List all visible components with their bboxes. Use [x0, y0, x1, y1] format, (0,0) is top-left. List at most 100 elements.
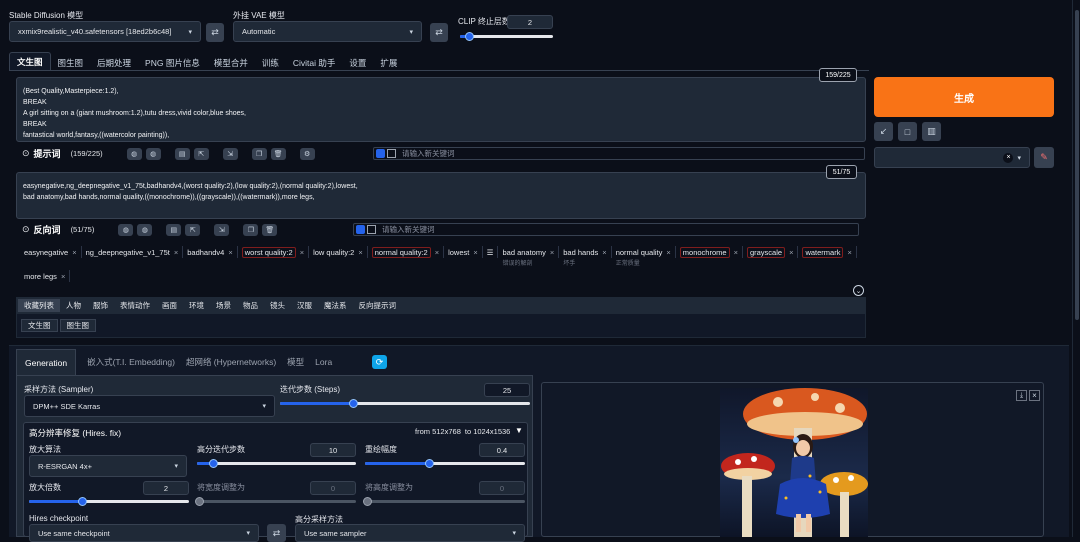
- clip-slider[interactable]: [460, 32, 553, 41]
- negative-tag[interactable]: worst quality:2 ×: [238, 246, 310, 266]
- tab-1[interactable]: 图生图: [51, 56, 91, 70]
- category-tab[interactable]: 服饰: [87, 299, 114, 312]
- height-slider-handle[interactable]: [363, 497, 372, 506]
- positive-prompt-textarea[interactable]: (Best Quality,Masterpiece:1.2), BREAK A gi…: [16, 77, 866, 142]
- styles-select[interactable]: × ▾: [874, 147, 1030, 168]
- hires-steps-slider[interactable]: [197, 459, 356, 468]
- positive-keyword-input[interactable]: 请输入新关键词: [402, 148, 455, 159]
- negative-tag[interactable]: watermark ×: [798, 246, 857, 266]
- clipboard-icon[interactable]: ▤: [166, 223, 182, 236]
- negative-tag[interactable]: badhandv4 ×: [183, 246, 238, 266]
- close-icon[interactable]: ×: [666, 248, 670, 257]
- denoise-slider[interactable]: [365, 459, 525, 468]
- trash-icon[interactable]: 🗑: [262, 223, 278, 236]
- negative-keyword-input[interactable]: 请输入新关键词: [382, 224, 435, 235]
- width-input[interactable]: 0: [310, 481, 356, 495]
- clip-slider-handle[interactable]: [465, 32, 475, 41]
- close-icon[interactable]: ×: [300, 248, 304, 257]
- tab-4[interactable]: 模型合并: [207, 56, 255, 70]
- refresh-checkpoint-button[interactable]: ⇄: [267, 524, 286, 542]
- category-tab[interactable]: 魔法系: [318, 299, 353, 312]
- refresh-vae-button[interactable]: ⇄: [430, 23, 448, 42]
- checkbox-icon[interactable]: [356, 225, 365, 234]
- export-icon[interactable]: ⇱: [193, 147, 209, 160]
- copy-icon[interactable]: ❐: [243, 223, 259, 236]
- apply-style-button[interactable]: ↙: [874, 122, 893, 141]
- steps-slider[interactable]: [280, 399, 530, 408]
- checkpoint-select[interactable]: Use same checkpoint ▾: [29, 524, 259, 542]
- gear-icon[interactable]: ⚙: [299, 147, 315, 160]
- category-tab[interactable]: 人物: [60, 299, 87, 312]
- generate-button[interactable]: 生成: [874, 77, 1054, 117]
- width-slider-handle[interactable]: [195, 497, 204, 506]
- import-icon[interactable]: ⇲: [214, 223, 230, 236]
- generation-tab[interactable]: 超网络 (Hypernetworks): [186, 356, 276, 368]
- checkbox-icon[interactable]: [376, 149, 385, 158]
- positive-keyword-box[interactable]: 请输入新关键词: [373, 147, 865, 160]
- scale-slider[interactable]: [29, 497, 189, 506]
- checkbox-empty-icon[interactable]: [367, 225, 376, 234]
- close-icon[interactable]: ×: [61, 272, 65, 281]
- generation-tab[interactable]: 嵌入式(T.I. Embedding): [87, 356, 175, 368]
- denoise-input[interactable]: 0.4: [479, 443, 525, 457]
- negative-tag[interactable]: easynegative ×: [20, 246, 82, 266]
- close-icon[interactable]: ×: [1029, 390, 1040, 401]
- negative-tag[interactable]: normal quality:2 ×: [368, 246, 445, 266]
- negative-tag[interactable]: ng_deepnegative_v1_75t ×: [82, 246, 184, 266]
- menu-icon[interactable]: ☰: [483, 246, 499, 258]
- hires-steps-slider-handle[interactable]: [208, 459, 218, 468]
- generation-tab[interactable]: Lora: [315, 357, 332, 367]
- subcategory-tab[interactable]: 文生图: [21, 319, 58, 332]
- stop-button[interactable]: □: [898, 122, 917, 141]
- close-icon[interactable]: ×: [789, 248, 793, 257]
- sampler-select[interactable]: DPM++ SDE Karras ▾: [24, 395, 275, 417]
- negative-keyword-box[interactable]: 请输入新关键词: [353, 223, 859, 236]
- vae-select[interactable]: Automatic ▾: [233, 21, 422, 42]
- close-icon[interactable]: ×: [228, 248, 232, 257]
- height-input[interactable]: 0: [479, 481, 525, 495]
- tab-2[interactable]: 后期处理: [90, 56, 138, 70]
- close-icon[interactable]: ×: [174, 248, 178, 257]
- close-icon[interactable]: ×: [550, 248, 554, 257]
- clip-input[interactable]: 2: [507, 15, 553, 29]
- copy-icon[interactable]: ❐: [251, 147, 267, 160]
- globe-alt-icon[interactable]: ◍: [137, 223, 153, 236]
- scale-slider-handle[interactable]: [77, 497, 87, 506]
- tab-3[interactable]: PNG 图片信息: [138, 56, 207, 70]
- tab-0[interactable]: 文生图: [9, 52, 51, 70]
- category-tab[interactable]: 反向提示词: [353, 299, 403, 312]
- globe-alt-icon[interactable]: ◍: [145, 147, 161, 160]
- import-icon[interactable]: ⇲: [222, 147, 238, 160]
- collapse-icon[interactable]: ⊙: [22, 148, 30, 159]
- clear-button[interactable]: ▥: [922, 122, 941, 141]
- clipboard-icon[interactable]: ▤: [174, 147, 190, 160]
- generation-tab[interactable]: Generation: [16, 349, 77, 375]
- category-tab[interactable]: 收藏列表: [18, 298, 60, 312]
- generation-tab[interactable]: 模型: [287, 356, 304, 368]
- hires-sampler-select[interactable]: Use same sampler ▾: [295, 524, 525, 542]
- negative-tag[interactable]: lowest ×: [444, 246, 483, 266]
- edit-styles-button[interactable]: ✎: [1034, 147, 1054, 168]
- category-tab[interactable]: 镜头: [264, 299, 291, 312]
- negative-tag[interactable]: bad anatomy × 错误的解剖: [498, 246, 560, 267]
- category-tab[interactable]: 表情动作: [114, 299, 156, 312]
- collapse-icon[interactable]: ⊙: [22, 224, 30, 235]
- download-icon[interactable]: ⤓: [1016, 390, 1027, 401]
- close-icon[interactable]: ×: [72, 248, 76, 257]
- scrollbar[interactable]: [1072, 0, 1080, 537]
- collapse-triangle-icon[interactable]: ▼: [515, 426, 523, 435]
- tab-6[interactable]: Civitai 助手: [286, 56, 343, 70]
- refresh-networks-button[interactable]: ⟳: [372, 355, 387, 369]
- expand-icon[interactable]: ⌄: [853, 285, 864, 296]
- category-tab[interactable]: 环境: [183, 299, 210, 312]
- scrollbar-thumb[interactable]: [1075, 10, 1079, 320]
- height-slider[interactable]: [363, 497, 525, 506]
- close-icon[interactable]: ×: [358, 248, 362, 257]
- category-tab[interactable]: 物品: [237, 299, 264, 312]
- category-tab[interactable]: 画面: [156, 299, 183, 312]
- output-image[interactable]: [720, 388, 868, 537]
- close-icon[interactable]: ×: [435, 248, 439, 257]
- globe-icon[interactable]: ◍: [126, 147, 142, 160]
- tab-8[interactable]: 扩展: [373, 56, 404, 70]
- model-select[interactable]: xxmix9realistic_v40.safetensors [18ed2b6…: [9, 21, 201, 42]
